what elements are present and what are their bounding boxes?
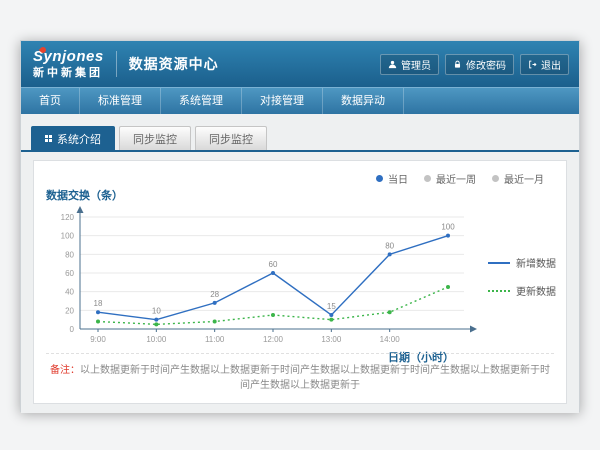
tab-label: 同步监控 <box>133 131 177 147</box>
dot-icon <box>376 175 383 182</box>
series-line <box>98 236 448 320</box>
data-point <box>388 310 392 314</box>
y-tick-label: 120 <box>61 213 75 222</box>
header-actions: 管理员 修改密码 退出 <box>380 54 569 75</box>
legend-item-update-data[interactable]: 更新数据 <box>488 283 556 298</box>
data-label: 28 <box>210 290 219 299</box>
app-window: Synjones 新中新集团 数据资源中心 管理员 修改密码 退出 首页 标准管… <box>20 40 580 412</box>
lock-icon <box>453 60 462 69</box>
data-point <box>388 252 392 256</box>
grid-icon <box>45 135 52 142</box>
data-point <box>446 234 450 238</box>
filter-today[interactable]: 当日 <box>376 171 408 186</box>
chart-panel: 当日 最近一周 最近一月 数据交换（条） 0 20 40 60 80 100 120 9:00… <box>33 160 567 404</box>
logout-label: 退出 <box>541 57 561 72</box>
tab-sync-monitor-2[interactable]: 同步监控 <box>195 126 267 150</box>
tab-underline <box>21 150 579 152</box>
filter-last-week[interactable]: 最近一周 <box>424 171 476 186</box>
nav-item-connect-mgmt[interactable]: 对接管理 <box>242 88 323 114</box>
legend-item-new-data[interactable]: 新增数据 <box>488 255 556 270</box>
change-password-button[interactable]: 修改密码 <box>445 54 514 75</box>
app-header: Synjones 新中新集团 数据资源中心 管理员 修改密码 退出 <box>21 41 579 87</box>
data-label: 10 <box>152 307 161 316</box>
note-text: 以上数据更新于时间产生数据以上数据更新于时间产生数据以上数据更新于时间产生数据以… <box>80 365 550 391</box>
filter-label: 当日 <box>388 171 408 186</box>
tab-label: 系统介绍 <box>57 131 101 147</box>
data-label: 100 <box>441 223 455 232</box>
header-divider <box>116 51 117 77</box>
x-tick-label: 14:00 <box>380 335 401 344</box>
data-point <box>329 318 333 322</box>
y-axis-arrow <box>77 206 84 213</box>
line-sample-icon <box>488 290 510 292</box>
y-tick-label: 20 <box>65 306 74 315</box>
filter-label: 最近一月 <box>504 171 544 186</box>
x-tick-label: 12:00 <box>263 335 284 344</box>
data-point <box>446 285 450 289</box>
content-area: 系统介绍 同步监控 同步监控 当日 最近一周 <box>21 114 579 413</box>
brand-name-cn: 新中新集团 <box>33 67 104 79</box>
filter-last-month[interactable]: 最近一月 <box>492 171 544 186</box>
nav-item-standard-mgmt[interactable]: 标准管理 <box>80 88 161 114</box>
dot-icon <box>492 175 499 182</box>
chart-filters: 当日 最近一周 最近一月 <box>376 171 544 186</box>
data-label: 18 <box>94 299 103 308</box>
line-chart: 0 20 40 60 80 100 120 9:00 10:00 11:00 12:00 13:00 1… <box>40 203 480 361</box>
y-tick-label: 100 <box>61 232 75 241</box>
data-point <box>154 318 158 322</box>
change-password-label: 修改密码 <box>466 57 506 72</box>
x-tick-label: 10:00 <box>146 335 167 344</box>
nav-item-data-change[interactable]: 数据异动 <box>323 88 404 114</box>
footer-note: 备注：以上数据更新于时间产生数据以上数据更新于时间产生数据以上数据更新于时间产生… <box>46 353 554 393</box>
data-label: 15 <box>327 302 336 311</box>
logout-button[interactable]: 退出 <box>520 54 569 75</box>
logout-icon <box>528 60 537 69</box>
data-point <box>271 271 275 275</box>
nav-item-system-mgmt[interactable]: 系统管理 <box>161 88 242 114</box>
user-button[interactable]: 管理员 <box>380 54 439 75</box>
tab-sync-monitor-1[interactable]: 同步监控 <box>119 126 191 150</box>
data-point <box>271 313 275 317</box>
chart-legend: 新增数据 更新数据 <box>488 255 556 311</box>
page-title: 数据资源中心 <box>129 54 219 74</box>
data-label: 60 <box>269 260 278 269</box>
data-point <box>329 313 333 317</box>
data-label: 80 <box>385 241 394 250</box>
tab-bar: 系统介绍 同步监控 同步监控 <box>21 126 579 150</box>
x-axis-arrow <box>470 326 477 333</box>
y-tick-label: 0 <box>70 325 75 334</box>
tab-system-intro[interactable]: 系统介绍 <box>31 126 115 150</box>
legend-label: 新增数据 <box>516 255 556 270</box>
y-tick-label: 40 <box>65 288 74 297</box>
filter-label: 最近一周 <box>436 171 476 186</box>
brand-logo: Synjones 新中新集团 <box>31 49 104 80</box>
data-point <box>213 301 217 305</box>
tab-label: 同步监控 <box>209 131 253 147</box>
dot-icon <box>424 175 431 182</box>
note-prefix: 备注： <box>50 365 80 376</box>
y-axis-title: 数据交换（条） <box>46 187 123 203</box>
y-tick-label: 60 <box>65 269 74 278</box>
legend-label: 更新数据 <box>516 283 556 298</box>
line-sample-icon <box>488 262 510 264</box>
data-point <box>96 310 100 314</box>
x-tick-label: 11:00 <box>205 335 225 344</box>
data-point <box>96 320 100 324</box>
user-label: 管理员 <box>401 57 431 72</box>
x-tick-label: 9:00 <box>90 335 106 344</box>
data-point <box>213 320 217 324</box>
user-icon <box>388 60 397 69</box>
x-tick-label: 13:00 <box>321 335 342 344</box>
nav-item-home[interactable]: 首页 <box>21 88 80 114</box>
data-point <box>154 322 158 326</box>
main-nav: 首页 标准管理 系统管理 对接管理 数据异动 <box>21 87 579 114</box>
y-tick-label: 80 <box>65 250 74 259</box>
